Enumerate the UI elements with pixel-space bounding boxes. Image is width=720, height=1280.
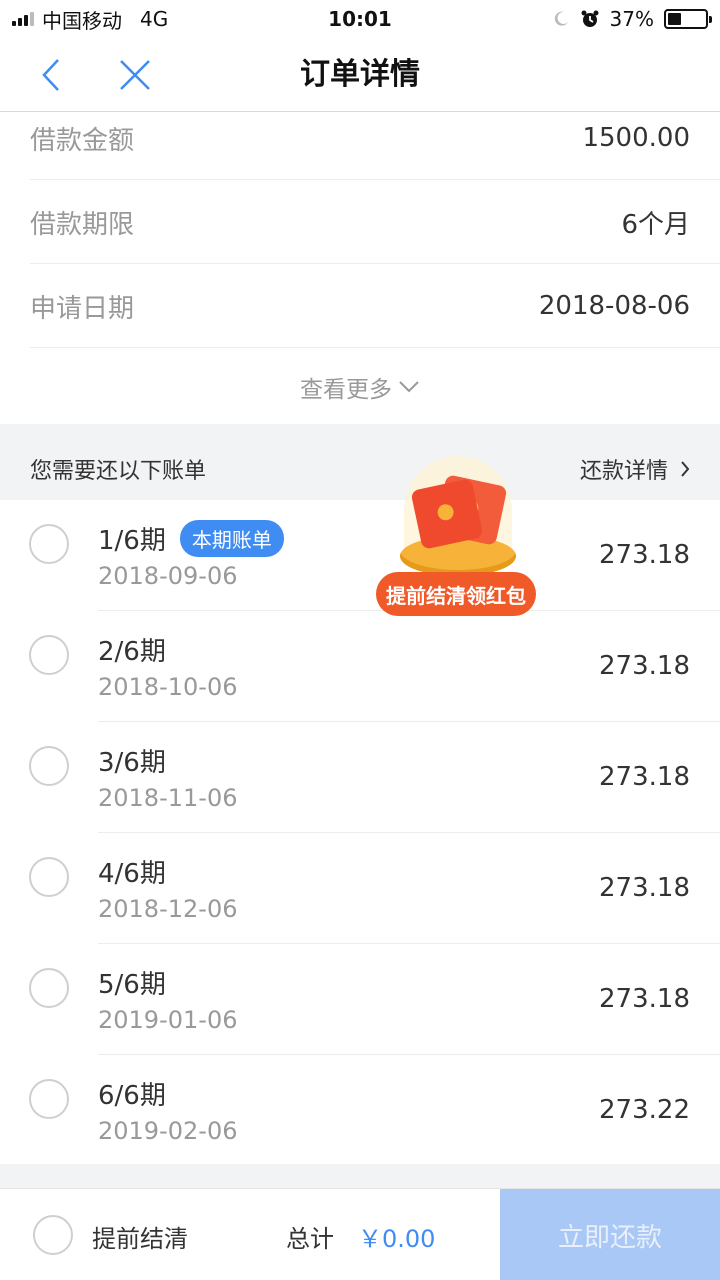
bill-amount: 273.22 (599, 1095, 690, 1125)
bill-period: 6/6期 (98, 1081, 166, 1111)
bill-checkbox[interactable] (29, 857, 69, 897)
info-value: 2018-08-06 (538, 291, 690, 321)
bottom-bar: 提前结清 总计 ￥0.00 立即还款 (0, 1188, 720, 1280)
bill-row[interactable]: 4/6期 2018-12-06 273.18 (0, 833, 720, 943)
status-right: 37% (552, 7, 712, 31)
bill-row[interactable]: 2/6期 2018-10-06 273.18 (0, 611, 720, 721)
bill-period: 1/6期 (98, 526, 166, 556)
bill-amount: 273.18 (599, 651, 690, 681)
settle-early-label: 提前结清 (92, 1225, 188, 1253)
bill-checkbox[interactable] (29, 1079, 69, 1119)
alarm-icon (581, 10, 599, 27)
repayment-details-link[interactable]: 还款详情 (580, 453, 690, 485)
battery-level (668, 13, 682, 25)
battery-percent: 37% (609, 7, 654, 31)
pay-now-button[interactable]: 立即还款 (500, 1189, 720, 1280)
info-label: 借款金额 (30, 125, 135, 156)
red-packet-promo[interactable]: 提前结清领红包 (376, 454, 536, 616)
info-row-amount: 借款金额 1500.00 (30, 96, 690, 180)
bills-title: 您需要还以下账单 (30, 459, 207, 484)
info-value: 6个月 (621, 209, 690, 240)
info-value: 1500.00 (582, 123, 690, 153)
info-row-term: 借款期限 6个月 (30, 180, 690, 264)
bill-date: 2018-11-06 (98, 784, 238, 812)
bill-period-wrap: 1/6期 本期账单 (98, 520, 284, 557)
view-more-label: 查看更多 (300, 377, 392, 403)
bill-checkbox[interactable] (29, 635, 69, 675)
bill-period: 5/6期 (98, 970, 166, 1000)
status-bar: 中国移动 4G 10:01 37% (0, 0, 720, 38)
bill-amount: 273.18 (599, 873, 690, 903)
moon-icon (554, 11, 568, 26)
bill-row[interactable]: 3/6期 2018-11-06 273.18 (0, 722, 720, 832)
total-value: ￥0.00 (358, 1225, 436, 1253)
status-left: 中国移动 4G (12, 5, 168, 34)
chevron-right-icon (681, 461, 690, 477)
divider (30, 347, 720, 348)
bill-date: 2019-01-06 (98, 1006, 238, 1034)
info-label: 申请日期 (30, 293, 135, 324)
bill-period: 3/6期 (98, 748, 166, 778)
bill-amount: 273.18 (599, 984, 690, 1014)
bill-list: 1/6期 本期账单 2018-09-06 273.18 2/6期 2018-10… (0, 500, 720, 1164)
bill-row[interactable]: 6/6期 2019-02-06 273.22 (0, 1055, 720, 1165)
repayment-details-label: 还款详情 (579, 459, 668, 484)
total-label: 总计 (286, 1225, 334, 1253)
bill-checkbox[interactable] (29, 968, 69, 1008)
settle-early-checkbox[interactable] (33, 1215, 73, 1255)
info-label: 借款期限 (30, 209, 135, 240)
view-more-link[interactable]: 查看更多 (0, 362, 720, 412)
bill-amount: 273.18 (599, 762, 690, 792)
bill-date: 2018-09-06 (98, 562, 238, 590)
bill-row[interactable]: 1/6期 本期账单 2018-09-06 273.18 (0, 500, 720, 610)
red-envelope-icon (410, 478, 484, 550)
signal-icon (12, 12, 34, 26)
bill-period: 2/6期 (98, 637, 166, 667)
battery-icon (664, 9, 712, 29)
current-bill-badge: 本期账单 (179, 520, 284, 557)
loan-info-section: 借款金额 1500.00 借款期限 6个月 申请日期 2018-08-06 查看… (0, 112, 720, 424)
network-label: 4G (140, 7, 169, 31)
bill-checkbox[interactable] (29, 524, 69, 564)
bill-date: 2019-02-06 (98, 1117, 238, 1145)
carrier-label: 中国移动 (42, 8, 122, 33)
chevron-down-icon (399, 381, 419, 393)
bill-row[interactable]: 5/6期 2019-01-06 273.18 (0, 944, 720, 1054)
bill-period: 4/6期 (98, 859, 166, 889)
bill-amount: 273.18 (599, 540, 690, 570)
info-row-date: 申请日期 2018-08-06 (30, 264, 690, 348)
promo-label: 提前结清领红包 (376, 572, 536, 616)
bills-header: 您需要还以下账单 还款详情 (0, 438, 720, 500)
bill-checkbox[interactable] (29, 746, 69, 786)
bill-date: 2018-10-06 (98, 673, 238, 701)
bill-date: 2018-12-06 (98, 895, 238, 923)
